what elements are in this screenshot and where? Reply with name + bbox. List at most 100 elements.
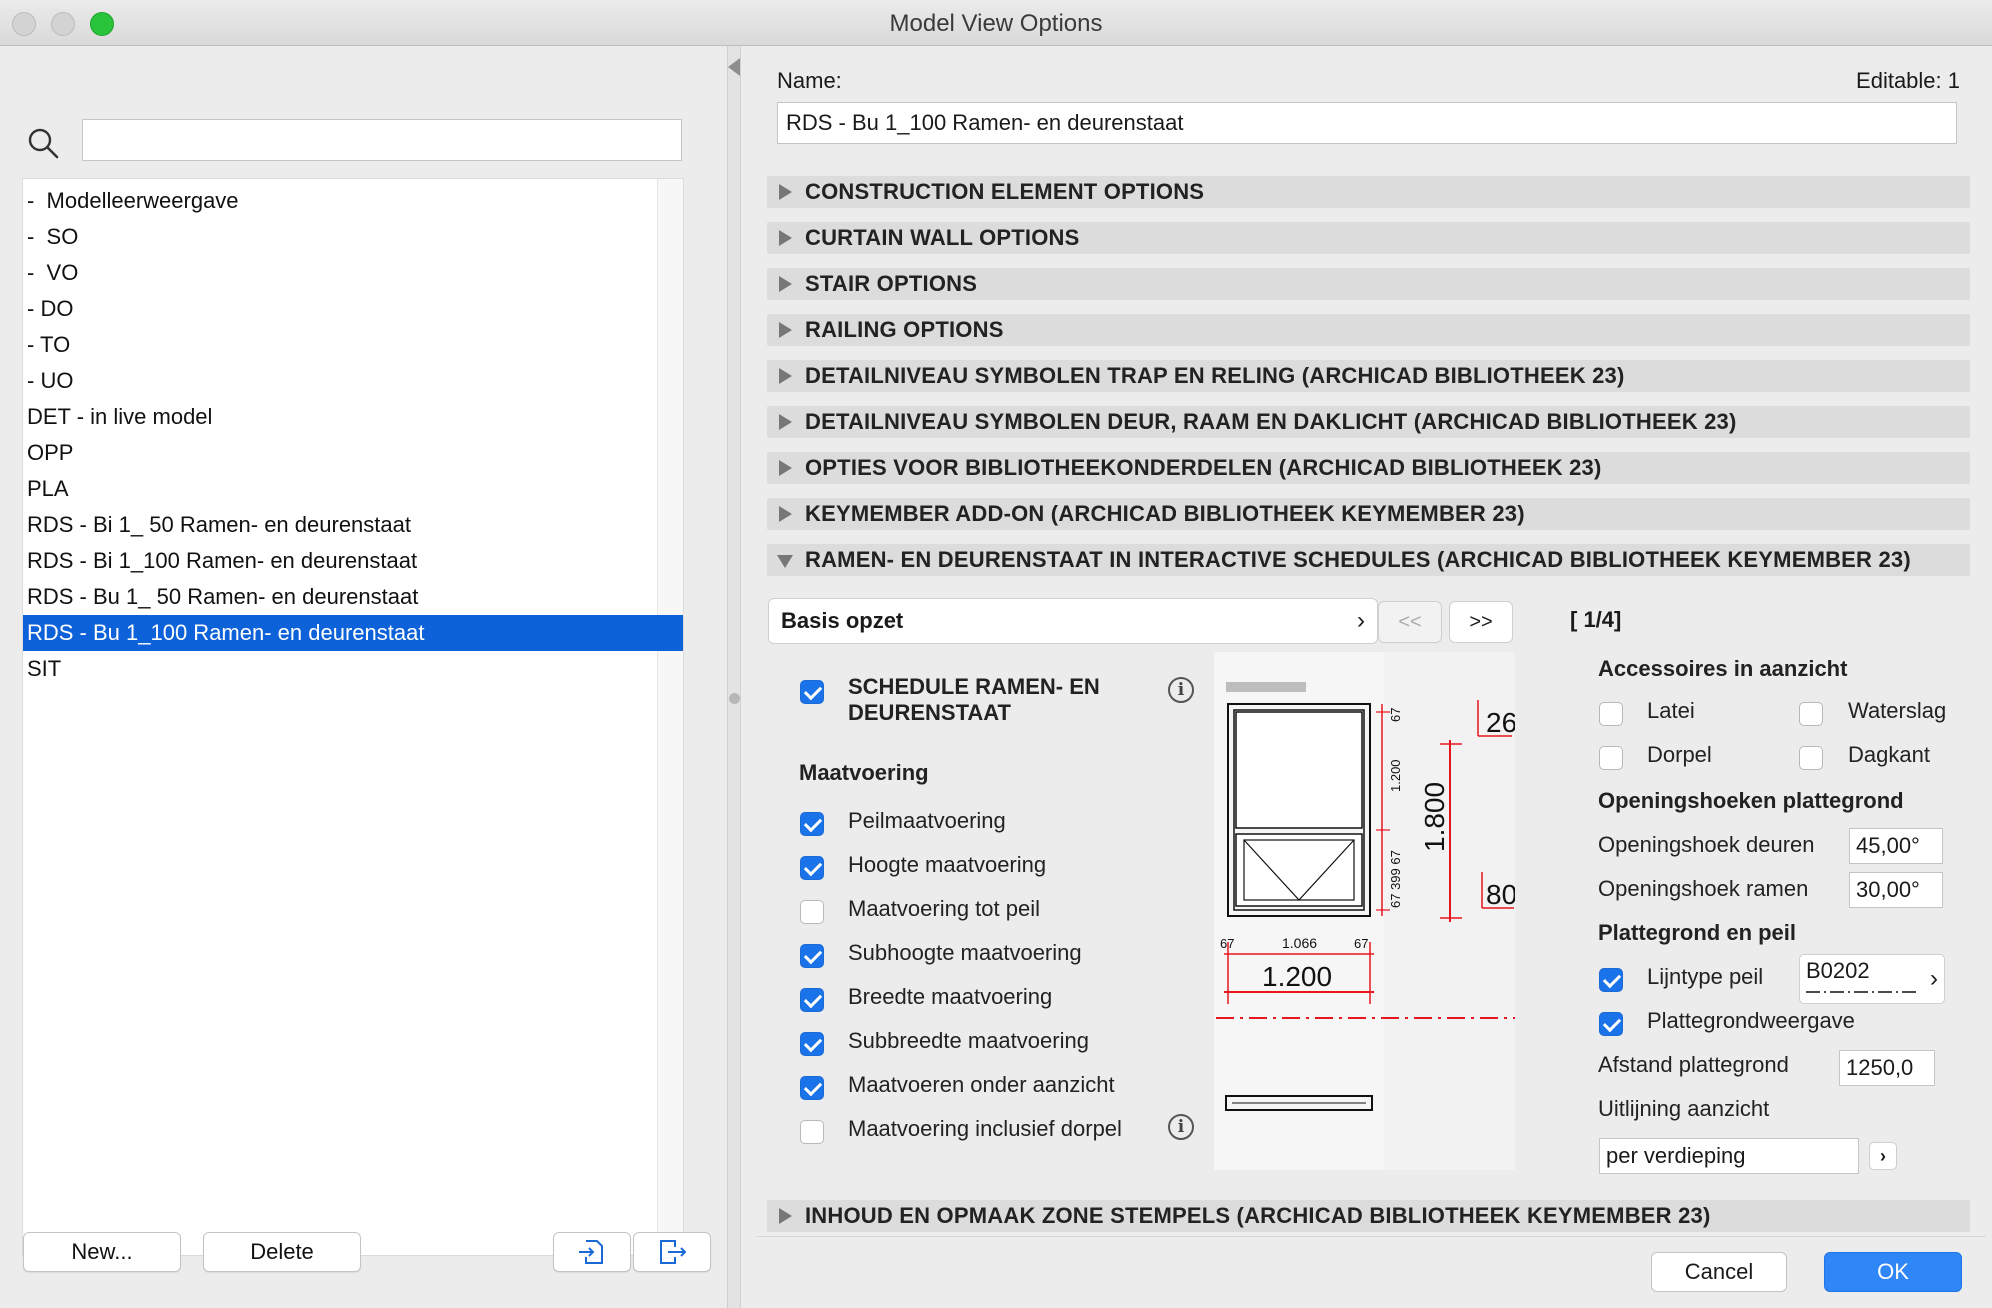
latei-checkbox[interactable] <box>1599 702 1623 726</box>
uitlijning-input[interactable]: per verdieping <box>1599 1138 1859 1174</box>
openingshoek-deuren-input[interactable]: 45,00° <box>1849 828 1943 864</box>
window-title: Model View Options <box>889 10 1103 37</box>
section-detailniveau-deur-raam[interactable]: DETAILNIVEAU SYMBOLEN DEUR, RAAM EN DAKL… <box>767 406 1970 438</box>
chevron-right-icon: › <box>1930 965 1938 992</box>
info-icon[interactable]: i <box>1168 1114 1194 1140</box>
delete-button[interactable]: Delete <box>203 1232 361 1272</box>
maatvoering-label: Maatvoering inclusief dorpel <box>848 1116 1122 1141</box>
section-keymember-addon[interactable]: KEYMEMBER ADD-ON (ARCHICAD BIBLIOTHEEK K… <box>767 498 1970 530</box>
section-opties-bibliotheekonderdelen[interactable]: OPTIES VOOR BIBLIOTHEEKONDERDELEN (ARCHI… <box>767 452 1970 484</box>
section-stair-options[interactable]: STAIR OPTIONS <box>767 268 1970 300</box>
cancel-button[interactable]: Cancel <box>1651 1252 1787 1292</box>
list-item[interactable]: - Modelleerweergave <box>23 183 684 219</box>
plattegrondweergave-label: Plattegrondweergave <box>1647 1008 1855 1033</box>
section-railing-options[interactable]: RAILING OPTIONS <box>767 314 1970 346</box>
dagkant-label: Dagkant <box>1848 742 1930 767</box>
afstand-label: Afstand plattegrond <box>1598 1052 1789 1077</box>
name-field[interactable]: RDS - Bu 1_100 Ramen- en deurenstaat <box>777 102 1957 144</box>
section-label: INHOUD EN OPMAAK ZONE STEMPELS (ARCHICAD… <box>805 1203 1711 1228</box>
list-item[interactable]: PLA <box>23 471 684 507</box>
dagkant-checkbox[interactable] <box>1799 746 1823 770</box>
lijntype-select[interactable]: B0202 › <box>1799 954 1945 1004</box>
info-icon[interactable]: i <box>1168 677 1194 703</box>
maatvoering-label: Maatvoeren onder aanzicht <box>848 1072 1115 1097</box>
splitter-handle[interactable] <box>729 693 740 704</box>
search-input[interactable] <box>82 119 682 161</box>
new-button[interactable]: New... <box>23 1232 181 1272</box>
section-construction-element-options[interactable]: CONSTRUCTION ELEMENT OPTIONS <box>767 176 1970 208</box>
dim-bottom-label: 800 <box>1486 879 1515 910</box>
left-panel: - Modelleerweergave - SO - VO - DO - TO - UO D… <box>0 46 727 1308</box>
lijntype-value: B0202 <box>1806 958 1870 983</box>
export-button[interactable] <box>633 1232 711 1272</box>
next-page-button[interactable]: >> <box>1449 601 1513 643</box>
list-item[interactable]: - DO <box>23 291 684 327</box>
section-curtain-wall-options[interactable]: CURTAIN WALL OPTIONS <box>767 222 1970 254</box>
disclosure-right-icon <box>779 1208 792 1224</box>
maatvoering-label: Subbreedte maatvoering <box>848 1028 1089 1053</box>
view-list[interactable]: - Modelleerweergave - SO - VO - DO - TO - UO D… <box>22 178 684 1256</box>
uitlijning-chevron-icon[interactable]: › <box>1869 1142 1897 1170</box>
afstand-input[interactable]: 1250,0 <box>1839 1050 1935 1086</box>
name-label: Name: <box>777 68 842 93</box>
list-item[interactable]: OPP <box>23 435 684 471</box>
disclosure-right-icon <box>779 276 792 292</box>
right-panel: Name: Editable: 1 RDS - Bu 1_100 Ramen- … <box>741 46 1992 1308</box>
openingshoek-ramen-input[interactable]: 30,00° <box>1849 872 1943 908</box>
schedule-checkbox[interactable] <box>800 680 824 704</box>
ok-button[interactable]: OK <box>1824 1252 1962 1292</box>
list-item[interactable]: RDS - Bu 1_100 Ramen- en deurenstaat <box>23 615 683 651</box>
prev-page-button[interactable]: << <box>1378 601 1442 643</box>
maatvoering-checkbox[interactable] <box>800 988 824 1012</box>
title-bar: Model View Options <box>0 0 1992 46</box>
page-select-label: Basis opzet <box>781 608 904 633</box>
section-detailniveau-trap-reling[interactable]: DETAILNIVEAU SYMBOLEN TRAP EN RELING (AR… <box>767 360 1970 392</box>
page-select[interactable]: Basis opzet › <box>768 598 1378 644</box>
list-item[interactable]: - UO <box>23 363 684 399</box>
list-item[interactable]: SIT <box>23 651 684 687</box>
maatvoering-checkbox[interactable] <box>800 1120 824 1144</box>
dorpel-checkbox[interactable] <box>1599 746 1623 770</box>
disclosure-right-icon <box>779 414 792 430</box>
panel-splitter[interactable] <box>727 46 741 1308</box>
uitlijning-label: Uitlijning aanzicht <box>1598 1096 1770 1121</box>
openingshoek-ramen-label: Openingshoek ramen <box>1598 876 1809 901</box>
editable-count: Editable: 1 <box>1856 68 1960 93</box>
plattegrond-header: Plattegrond en peil <box>1598 920 1797 945</box>
waterslag-checkbox[interactable] <box>1799 702 1823 726</box>
maatvoering-checkbox[interactable] <box>800 944 824 968</box>
list-item[interactable]: - TO <box>23 327 684 363</box>
maatvoering-checkbox[interactable] <box>800 900 824 924</box>
maatvoering-checkbox[interactable] <box>800 856 824 880</box>
window-preview: 2600 800 1.800 1.200 67 67 399 67 67 67 … <box>1214 652 1515 1170</box>
page-indicator: [ 1/4] <box>1570 607 1622 632</box>
import-button[interactable] <box>553 1232 631 1272</box>
disclosure-right-icon <box>779 460 792 476</box>
section-label: DETAILNIVEAU SYMBOLEN TRAP EN RELING (AR… <box>805 363 1625 388</box>
dim-67-right-label: 67 <box>1354 936 1368 951</box>
list-item[interactable]: RDS - Bi 1_100 Ramen- en deurenstaat <box>23 543 684 579</box>
list-item[interactable]: - VO <box>23 255 684 291</box>
dim-small-label: 67 399 67 <box>1388 850 1403 908</box>
openingshoek-deuren-label: Openingshoek deuren <box>1598 832 1815 857</box>
maatvoering-label: Hoogte maatvoering <box>848 852 1047 877</box>
section-ramen-deurenstaat[interactable]: RAMEN- EN DEURENSTAAT IN INTERACTIVE SCH… <box>767 544 1970 576</box>
list-item[interactable]: DET - in live model <box>23 399 684 435</box>
list-item[interactable]: - SO <box>23 219 684 255</box>
maatvoering-checkbox[interactable] <box>800 1076 824 1100</box>
dim-inner-height-label: 1.200 <box>1388 759 1403 792</box>
maatvoering-checkbox[interactable] <box>800 1032 824 1056</box>
lijntype-checkbox[interactable] <box>1599 968 1623 992</box>
lijntype-label: Lijntype peil <box>1647 964 1764 989</box>
list-item[interactable]: RDS - Bi 1_ 50 Ramen- en deurenstaat <box>23 507 684 543</box>
maatvoering-checkbox[interactable] <box>800 812 824 836</box>
plattegrondweergave-checkbox[interactable] <box>1599 1012 1623 1036</box>
dim-height-label: 1.800 <box>1419 782 1450 852</box>
list-item[interactable]: RDS - Bu 1_ 50 Ramen- en deurenstaat <box>23 579 684 615</box>
maatvoering-label: Breedte maatvoering <box>848 984 1053 1009</box>
collapse-arrow-icon[interactable] <box>728 58 740 76</box>
section-inhoud-zone-stempels[interactable]: INHOUD EN OPMAAK ZONE STEMPELS (ARCHICAD… <box>767 1200 1970 1232</box>
waterslag-label: Waterslag <box>1848 698 1947 723</box>
dim-inner-width-label: 1.066 <box>1282 935 1317 951</box>
section-label: RAMEN- EN DEURENSTAAT IN INTERACTIVE SCH… <box>805 547 1911 572</box>
